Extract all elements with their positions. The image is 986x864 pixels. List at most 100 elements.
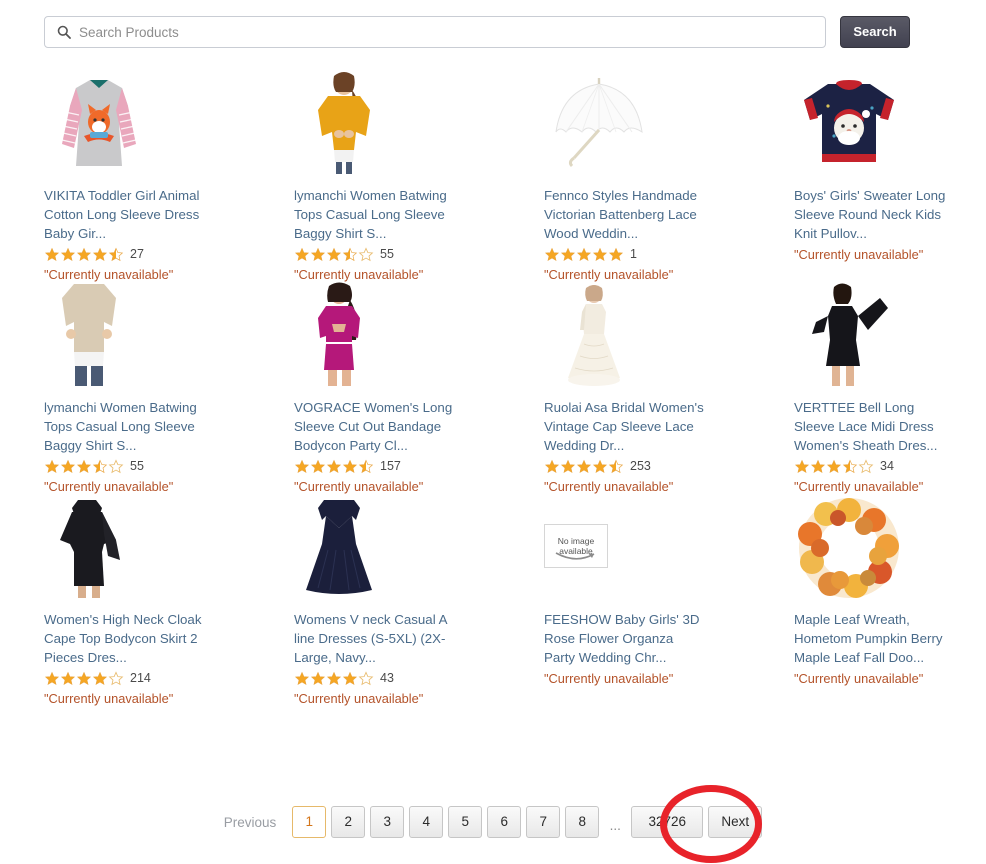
pagination-page-6[interactable]: 6: [487, 806, 522, 838]
rating-count: 34: [880, 459, 894, 473]
pagination-previous: Previous: [223, 814, 277, 830]
product-image[interactable]: [44, 70, 254, 174]
product-image[interactable]: [44, 282, 254, 386]
product-image[interactable]: [44, 494, 254, 598]
product-title[interactable]: FEESHOW Baby Girls' 3D Rose Flower Organ…: [544, 610, 704, 667]
product-image[interactable]: [794, 494, 986, 598]
product-card: No image available FEESHOW Baby Girls' 3…: [544, 494, 794, 686]
pagination-page-1[interactable]: 1: [292, 806, 327, 838]
pagination-page-5[interactable]: 5: [448, 806, 483, 838]
product-title[interactable]: Women's High Neck Cloak Cape Top Bodycon…: [44, 610, 204, 667]
pagination-next[interactable]: Next: [708, 806, 763, 838]
pagination: Previous 1 2 3 4 5 6 7 8 ... 32726 Next: [0, 806, 986, 838]
product-image[interactable]: [544, 70, 754, 174]
product-title[interactable]: VOGRACE Women's Long Sleeve Cut Out Band…: [294, 398, 454, 455]
product-card: Womens V neck Casual A line Dresses (S-5…: [294, 494, 544, 706]
search-bar: Search: [44, 16, 912, 48]
pagination-page-4[interactable]: 4: [409, 806, 444, 838]
star-rating-icon: [544, 459, 624, 474]
pagination-page-3[interactable]: 3: [370, 806, 405, 838]
search-button[interactable]: Search: [840, 16, 910, 48]
product-grid: VIKITA Toddler Girl Animal Cotton Long S…: [44, 70, 954, 706]
product-title[interactable]: Womens V neck Casual A line Dresses (S-5…: [294, 610, 454, 667]
availability-text: "Currently unavailable": [294, 267, 424, 282]
product-rating[interactable]: 253: [544, 457, 794, 475]
product-cell: VERTTEE Bell Long Sleeve Lace Midi Dress…: [794, 282, 986, 494]
pagination-page-7[interactable]: 7: [526, 806, 561, 838]
product-title[interactable]: lymanchi Women Batwing Tops Casual Long …: [294, 186, 454, 243]
product-title[interactable]: lymanchi Women Batwing Tops Casual Long …: [44, 398, 204, 455]
pagination-ellipsis: ...: [609, 817, 621, 833]
product-rating[interactable]: 157: [294, 457, 544, 475]
product-image[interactable]: [794, 282, 986, 386]
search-field[interactable]: [44, 16, 826, 48]
product-rating[interactable]: 55: [294, 245, 544, 263]
star-rating-icon: [294, 459, 374, 474]
star-rating-icon: [294, 246, 374, 262]
product-title[interactable]: Fennco Styles Handmade Victorian Battenb…: [544, 186, 704, 243]
rating-count: 214: [130, 671, 151, 685]
pagination-last-page[interactable]: 32726: [631, 806, 704, 838]
product-image[interactable]: [294, 282, 504, 386]
product-title[interactable]: Boys' Girls' Sweater Long Sleeve Round N…: [794, 186, 954, 243]
product-card: VIKITA Toddler Girl Animal Cotton Long S…: [44, 70, 294, 282]
product-image[interactable]: [294, 70, 504, 174]
rating-count: 55: [130, 459, 144, 473]
product-rating[interactable]: 43: [294, 669, 544, 687]
availability-text: "Currently unavailable": [794, 671, 924, 686]
rating-count: 27: [130, 247, 144, 261]
product-card: Maple Leaf Wreath, Hometom Pumpkin Berry…: [794, 494, 986, 686]
availability-text: "Currently unavailable": [294, 479, 424, 494]
rating-count: 157: [380, 459, 401, 473]
product-rating[interactable]: 34: [794, 457, 986, 475]
availability-text: "Currently unavailable": [794, 247, 924, 262]
availability-text: "Currently unavailable": [294, 691, 424, 706]
product-cell: Boys' Girls' Sweater Long Sleeve Round N…: [794, 70, 986, 282]
availability-text: "Currently unavailable": [44, 479, 174, 494]
product-card: VERTTEE Bell Long Sleeve Lace Midi Dress…: [794, 282, 986, 494]
product-image[interactable]: [544, 282, 754, 386]
rating-count: 43: [380, 671, 394, 685]
product-card: Fennco Styles Handmade Victorian Battenb…: [544, 70, 794, 282]
product-image[interactable]: [294, 494, 504, 598]
product-rating[interactable]: 55: [44, 457, 294, 475]
rating-count: 1: [630, 247, 637, 261]
star-rating-icon: [44, 458, 124, 474]
pagination-page-2[interactable]: 2: [331, 806, 366, 838]
availability-text: "Currently unavailable": [794, 479, 924, 494]
product-cell: VIKITA Toddler Girl Animal Cotton Long S…: [44, 70, 294, 282]
star-rating-icon: [44, 247, 124, 262]
availability-text: "Currently unavailable": [544, 267, 674, 282]
availability-text: "Currently unavailable": [44, 267, 174, 282]
product-cell: No image available FEESHOW Baby Girls' 3…: [544, 494, 794, 706]
product-title[interactable]: VERTTEE Bell Long Sleeve Lace Midi Dress…: [794, 398, 954, 455]
product-card: Women's High Neck Cloak Cape Top Bodycon…: [44, 494, 294, 706]
product-title[interactable]: Maple Leaf Wreath, Hometom Pumpkin Berry…: [794, 610, 954, 667]
product-cell: Maple Leaf Wreath, Hometom Pumpkin Berry…: [794, 494, 986, 706]
search-icon: [57, 25, 71, 39]
rating-count: 253: [630, 459, 651, 473]
no-image-line-1: No image: [557, 536, 595, 546]
availability-text: "Currently unavailable": [544, 479, 674, 494]
product-title[interactable]: VIKITA Toddler Girl Animal Cotton Long S…: [44, 186, 204, 243]
search-input[interactable]: [79, 18, 799, 46]
product-card: lymanchi Women Batwing Tops Casual Long …: [44, 282, 294, 494]
product-cell: Fennco Styles Handmade Victorian Battenb…: [544, 70, 794, 282]
product-image[interactable]: No image available: [544, 494, 754, 598]
smile-arrow-icon: [555, 552, 595, 560]
product-card: Boys' Girls' Sweater Long Sleeve Round N…: [794, 70, 986, 262]
star-rating-icon: [44, 670, 124, 686]
product-cell: VOGRACE Women's Long Sleeve Cut Out Band…: [294, 282, 544, 494]
product-image[interactable]: [794, 70, 986, 174]
product-rating[interactable]: 1: [544, 245, 794, 263]
product-card: Ruolai Asa Bridal Women's Vintage Cap Sl…: [544, 282, 794, 494]
product-title[interactable]: Ruolai Asa Bridal Women's Vintage Cap Sl…: [544, 398, 704, 455]
star-rating-icon: [294, 670, 374, 686]
star-rating-icon: [794, 458, 874, 474]
rating-count: 55: [380, 247, 394, 261]
product-rating[interactable]: 214: [44, 669, 294, 687]
product-cell: lymanchi Women Batwing Tops Casual Long …: [294, 70, 544, 282]
product-cell: Women's High Neck Cloak Cape Top Bodycon…: [44, 494, 294, 706]
product-rating[interactable]: 27: [44, 245, 294, 263]
pagination-page-8[interactable]: 8: [565, 806, 600, 838]
